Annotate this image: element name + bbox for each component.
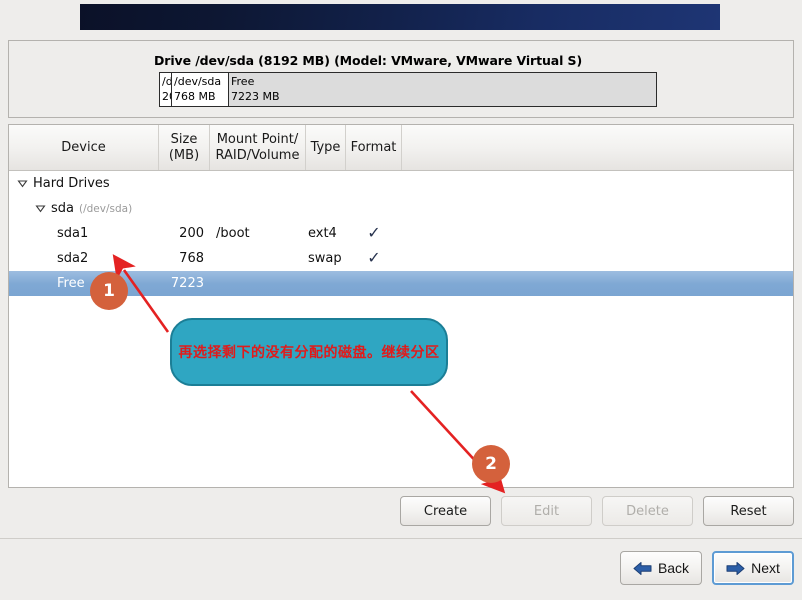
annotation-callout-text: 再选择剩下的没有分配的磁盘。继续分区	[178, 345, 440, 361]
device-name: sda2	[57, 251, 89, 266]
partition-action-bar: Create Edit Delete Reset	[8, 496, 794, 528]
table-row[interactable]: sda1 200/boot ext4 ✓	[9, 221, 793, 246]
column-header-mount-line2: RAID/Volume	[215, 147, 300, 163]
next-button[interactable]: Next	[712, 551, 794, 585]
table-row[interactable]: Hard Drives	[9, 171, 793, 196]
device-name: sda	[51, 201, 74, 216]
check-icon: ✓	[367, 248, 381, 267]
drive-summary-panel: Drive /dev/sda (8192 MB) (Model: VMware,…	[8, 40, 794, 118]
drive-segment-size: 7223 MB	[231, 90, 280, 103]
check-icon: ✓	[367, 223, 381, 242]
cell-size: 768	[179, 251, 204, 266]
device-name: Free	[57, 276, 85, 291]
cell-device: Hard Drives	[9, 176, 159, 191]
arrow-right-icon	[726, 561, 745, 576]
installer-screen: Drive /dev/sda (8192 MB) (Model: VMware,…	[0, 0, 802, 600]
column-header-format[interactable]: Format	[346, 125, 402, 170]
column-header-mount-line1: Mount Point/	[216, 131, 299, 147]
arrow-left-icon	[633, 561, 652, 576]
chevron-down-icon[interactable]	[35, 203, 46, 214]
back-button-label: Back	[657, 560, 690, 576]
footer-divider	[0, 538, 802, 539]
cell-device: sda1	[9, 226, 159, 241]
device-name: Hard Drives	[33, 176, 110, 191]
drive-segment-name: /d	[162, 75, 172, 88]
reset-button[interactable]: Reset	[703, 496, 794, 526]
drive-segment-2[interactable]: Free 7223 MB	[229, 73, 656, 106]
drive-segment-name: /dev/sda	[174, 75, 222, 88]
drive-segment-size: 768 MB	[174, 90, 216, 103]
cell-type: ext4	[308, 226, 337, 241]
cell-type: swap	[308, 251, 342, 266]
cell-device: sda2	[9, 251, 159, 266]
table-header-row: Device Size (MB) Mount Point/ RAID/Volum…	[9, 125, 793, 171]
device-name: sda1	[57, 226, 89, 241]
back-button[interactable]: Back	[620, 551, 702, 585]
edit-button: Edit	[501, 496, 592, 526]
partition-table-panel: Device Size (MB) Mount Point/ RAID/Volum…	[8, 124, 794, 488]
cell-device: Free	[9, 276, 159, 291]
chevron-down-icon[interactable]	[17, 178, 28, 189]
annotation-callout-bubble: 再选择剩下的没有分配的磁盘。继续分区	[170, 318, 448, 386]
cell-size: 200	[179, 226, 204, 241]
cell-device: sda (/dev/sda)	[9, 201, 159, 216]
column-header-device[interactable]: Device	[9, 125, 159, 170]
drive-segment-size: 20	[162, 90, 171, 103]
device-path: (/dev/sda)	[79, 202, 133, 215]
next-button-label: Next	[751, 560, 780, 576]
cell-mount-point: /boot	[216, 226, 250, 241]
delete-button: Delete	[602, 496, 693, 526]
column-header-mount-point[interactable]: Mount Point/ RAID/Volume	[210, 125, 306, 170]
drive-segment-name: Free	[231, 75, 255, 88]
column-header-type[interactable]: Type	[306, 125, 346, 170]
create-button[interactable]: Create	[400, 496, 491, 526]
drive-title: Drive /dev/sda (8192 MB) (Model: VMware,…	[154, 53, 583, 68]
annotation-marker-1: 1	[90, 272, 128, 310]
cell-format: ✓	[346, 225, 402, 242]
cell-format: ✓	[346, 250, 402, 267]
column-header-size[interactable]: Size (MB)	[159, 125, 210, 170]
table-row[interactable]: sda (/dev/sda)	[9, 196, 793, 221]
wizard-nav: Back Next	[620, 551, 794, 585]
cell-size: 7223	[170, 276, 204, 291]
drive-partition-bar[interactable]: /d 20/dev/sda 768 MB Free 7223 MB	[159, 72, 657, 107]
column-header-size-line2: (MB)	[168, 147, 200, 163]
annotation-marker-2: 2	[472, 445, 510, 483]
installer-banner	[80, 4, 720, 30]
drive-segment-1[interactable]: /dev/sda 768 MB	[172, 73, 229, 106]
table-row[interactable]: sda2 768 swap ✓	[9, 246, 793, 271]
partition-table-body: Hard Drives sda (/dev/sda) sda1 200/boot ext4…	[9, 171, 793, 296]
drive-segment-0[interactable]: /d 20	[160, 73, 172, 106]
column-header-filler	[402, 125, 793, 170]
column-header-size-line1: Size	[170, 131, 198, 147]
